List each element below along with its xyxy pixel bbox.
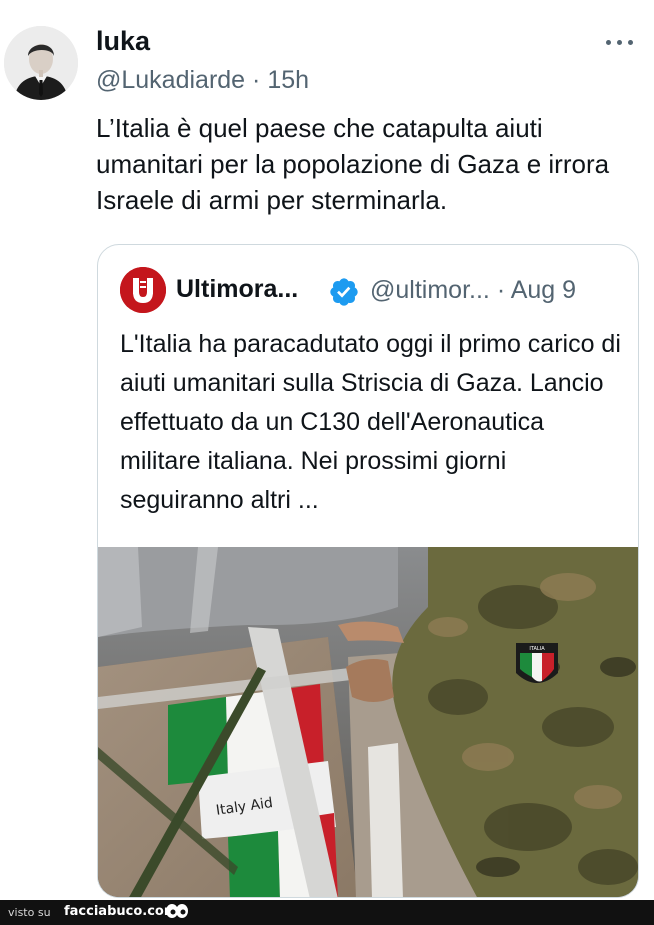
quoted-author-avatar[interactable]: [120, 267, 166, 313]
more-options-button[interactable]: [604, 26, 636, 58]
meta-separator: ·: [252, 66, 261, 94]
more-horizontal-icon: [606, 40, 611, 45]
quoted-tweet-photo[interactable]: Italy Aid ITALIA: [98, 547, 638, 897]
quoted-author-name[interactable]: Ultimora...: [176, 275, 298, 304]
tweet-text: L’Italia è quel paese che catapulta aiut…: [96, 113, 610, 215]
meta-separator: ·: [496, 276, 506, 304]
italia-flag-patch: ITALIA: [516, 643, 558, 683]
watermark-visto-su: visto su: [8, 906, 51, 919]
eyes-logo-icon: [166, 904, 188, 918]
patch-label: ITALIA: [529, 646, 545, 652]
quoted-tweet-text: L'Italia ha paracadutato oggi il primo c…: [120, 330, 621, 514]
quoted-tweet[interactable]: Ultimora... @ultimor... · Aug 9 L'Italia…: [97, 244, 639, 898]
quoted-tweet-date[interactable]: Aug 9: [511, 276, 576, 304]
avatar-photo: [4, 26, 78, 100]
tweet-card: luka @Lukadiarde · 15h L’Italia è quel p…: [0, 0, 654, 900]
quoted-author-handle[interactable]: @ultimor...: [370, 276, 490, 304]
quoted-author-meta: @ultimor... · Aug 9: [370, 276, 576, 305]
author-handle[interactable]: @Lukadiarde: [96, 66, 245, 94]
verified-badge-icon: [330, 278, 358, 306]
ultimora-logo-icon: [120, 267, 166, 313]
author-avatar[interactable]: [4, 26, 78, 100]
aid-pallet-photo: Italy Aid ITALIA: [98, 547, 638, 897]
more-dot: [628, 40, 633, 45]
more-dot: [617, 40, 622, 45]
tweet-time[interactable]: 15h: [267, 66, 309, 94]
watermark-site-name: facciabuco.com: [64, 904, 178, 919]
author-meta: @Lukadiarde · 15h: [96, 66, 309, 95]
author-name[interactable]: luka: [96, 26, 150, 57]
